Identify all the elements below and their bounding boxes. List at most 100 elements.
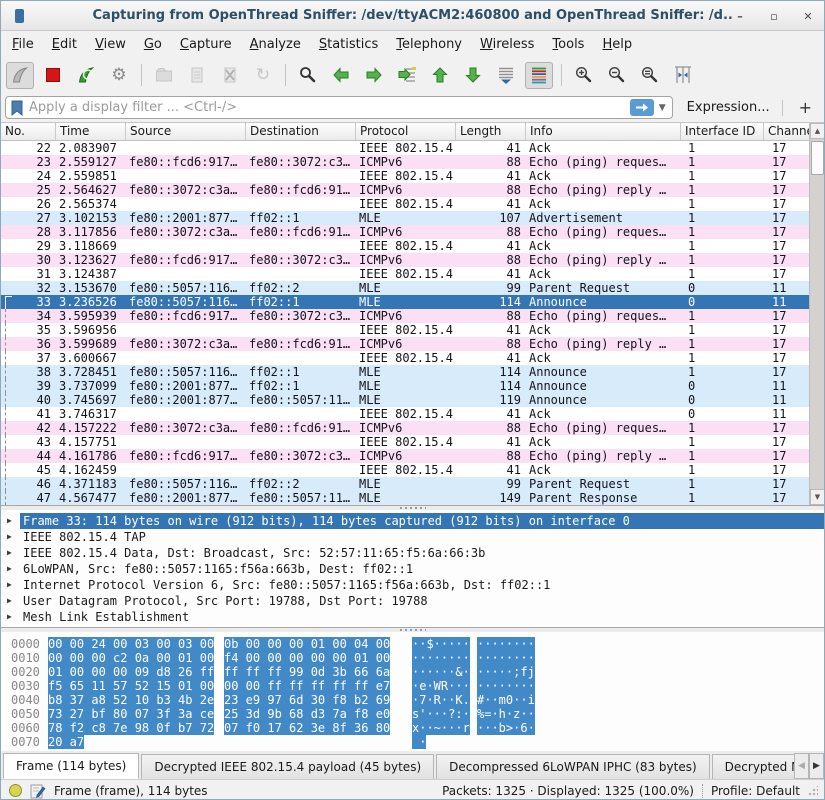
stop-capture-button[interactable] [39,62,67,89]
menu-item-telephony[interactable]: Telephony [387,34,471,55]
hex-ascii[interactable]: ···b>·6· [477,721,535,735]
hex-ascii[interactable]: s'···?:· [412,707,470,721]
menu-item-wireless[interactable]: Wireless [471,34,543,55]
table-row[interactable]: 464.371183fe80::5057:116…ff02::2MLE99Par… [1,477,824,491]
start-capture-button[interactable] [6,62,34,89]
table-row[interactable]: 383.728451fe80::5057:116…ff02::1MLE114An… [1,365,824,379]
detail-tree-row[interactable]: ▶Frame 33: 114 bytes on wire (912 bits),… [1,513,824,529]
table-row[interactable]: 413.746317IEEE 802.15.441Ack011 [1,407,824,421]
status-profile[interactable]: Profile: Default [711,784,800,798]
colorize-button[interactable] [525,62,553,89]
go-to-packet-button[interactable] [393,62,421,89]
table-row[interactable]: 283.117856fe80::3072:c3a…fe80::fcd6:91…I… [1,225,824,239]
hex-ascii[interactable]: ········ [477,651,535,665]
hex-bytes[interactable]: f4 00 00 00 00 00 01 00 [224,651,390,665]
display-filter-input[interactable]: Apply a display filter ... <Ctrl-/> ▼ [5,96,673,119]
hex-bytes[interactable]: 23 e9 97 6d 30 f8 b2 69 [224,693,390,707]
expander-icon[interactable]: ▶ [7,513,20,529]
table-row[interactable]: 252.564627fe80::3072:c3a…fe80::fcd6:91…I… [1,183,824,197]
menu-item-capture[interactable]: Capture [171,34,241,55]
table-row[interactable]: 333.236526fe80::5057:116…ff02::1MLE114An… [1,295,824,309]
column-header-protocol[interactable]: Protocol [356,123,456,140]
table-row[interactable]: 454.162459IEEE 802.15.441Ack117 [1,463,824,477]
resize-grip[interactable] [808,786,818,796]
expander-icon[interactable]: ▶ [7,561,20,577]
table-row[interactable]: 222.083907IEEE 802.15.441Ack117 [1,141,824,155]
table-row[interactable]: 232.559127fe80::fcd6:917…fe80::3072:c3…I… [1,155,824,169]
table-row[interactable]: 393.737099fe80::2001:877…ff02::1MLE114An… [1,379,824,393]
column-header-destination[interactable]: Destination [246,123,356,140]
table-row[interactable]: 343.595939fe80::fcd6:917…fe80::3072:c3…I… [1,309,824,323]
filter-history-dropdown-icon[interactable]: ▼ [654,103,669,113]
scrollbar-thumb[interactable] [811,141,824,175]
capture-options-button[interactable]: ⚙ [105,62,133,89]
column-header-channel[interactable]: Channel [764,123,811,140]
hex-ascii[interactable]: ······&· [412,665,470,679]
menu-item-statistics[interactable]: Statistics [310,34,387,55]
go-to-bottom-button[interactable] [459,62,487,89]
table-row[interactable]: 353.596956IEEE 802.15.441Ack117 [1,323,824,337]
column-header-length[interactable]: Length [456,123,526,140]
detail-tree-row[interactable]: ▶6LoWPAN, Src: fe80::5057:1165:f56a:663b… [1,561,824,577]
menu-item-analyze[interactable]: Analyze [241,34,310,55]
hex-ascii[interactable]: ········ [412,651,470,665]
menu-item-file[interactable]: File [3,34,43,55]
hex-ascii[interactable]: ·7·R··K. [412,693,470,707]
hex-bytes[interactable]: 00 00 00 c2 0a 00 01 00 [48,651,214,665]
table-row[interactable]: 363.599689fe80::3072:c3a…fe80::fcd6:91…I… [1,337,824,351]
table-row[interactable]: 474.567477fe80::2001:877…fe80::5057:11…M… [1,491,824,505]
minimize-icon[interactable]: – [732,8,748,24]
table-row[interactable]: 444.161786fe80::fcd6:917…fe80::3072:c3…I… [1,449,824,463]
byte-view-tab-1[interactable]: Decrypted IEEE 802.15.4 payload (45 byte… [141,754,434,779]
byte-view-tab-0[interactable]: Frame (114 bytes) [3,753,139,779]
hex-ascii[interactable]: %=·h·z·· [477,707,535,721]
column-header-source[interactable]: Source [126,123,246,140]
detail-tree-row[interactable]: ▶IEEE 802.15.4 TAP [1,529,824,545]
go-forward-button[interactable] [360,62,388,89]
detail-tree-row[interactable]: ▶Mesh Link Establishment [1,609,824,625]
expander-icon[interactable]: ▶ [7,609,20,625]
hex-bytes[interactable]: 01 00 00 00 09 d8 26 ff [48,665,214,679]
hex-row[interactable]: 005073 27 bf 80 07 3f 3a ce25 3d 9b 68 d… [11,707,824,721]
hex-row[interactable]: 0030f5 65 11 57 52 15 01 0000 00 ff ff f… [11,679,824,693]
table-row[interactable]: 373.600667IEEE 802.15.441Ack117 [1,351,824,365]
table-row[interactable]: 323.153670fe80::5057:116…ff02::2MLE99Par… [1,281,824,295]
expander-icon[interactable]: ▶ [7,545,20,561]
column-header-time[interactable]: Time [56,123,126,140]
hex-bytes[interactable]: 20 a7 [48,735,84,749]
restart-capture-button[interactable] [72,62,100,89]
hex-row[interactable]: 002001 00 00 00 09 d8 26 ffff ff ff 99 0… [11,665,824,679]
zoom-out-button[interactable] [603,62,631,89]
hex-bytes[interactable]: b8 37 a8 52 10 b3 4b 2e [48,693,214,707]
hex-ascii[interactable]: ········ [477,679,535,693]
hex-ascii[interactable]: #··m0··i [477,693,535,707]
menu-item-edit[interactable]: Edit [43,34,86,55]
go-to-top-button[interactable] [426,62,454,89]
hex-ascii[interactable]: · [412,735,426,749]
expression-button[interactable]: Expression... [687,100,770,115]
hex-bytes[interactable]: 73 27 bf 80 07 3f 3a ce [48,707,214,721]
table-row[interactable]: 242.559851IEEE 802.15.441Ack117 [1,169,824,183]
bookmark-icon[interactable] [9,99,25,117]
expander-icon[interactable]: ▶ [7,577,20,593]
table-row[interactable]: 403.745697fe80::2001:877…fe80::5057:11…M… [1,393,824,407]
byte-view-tab-2[interactable]: Decompressed 6LoWPAN IPHC (83 bytes) [436,754,710,779]
expander-icon[interactable]: ▶ [7,529,20,545]
add-filter-button[interactable]: + [793,98,818,117]
packet-list-scrollbar[interactable]: ▲ ▼ [809,123,824,505]
table-row[interactable]: 273.102153fe80::2001:877…ff02::1MLE107Ad… [1,211,824,225]
menu-item-go[interactable]: Go [135,34,171,55]
capture-comment-icon[interactable] [30,783,46,799]
hex-ascii[interactable]: ·e·WR··· [412,679,470,693]
hex-ascii[interactable]: ········ [477,637,535,651]
hex-bytes[interactable]: 25 3d 9b 68 d3 7a f8 e0 [224,707,390,721]
detail-tree-row[interactable]: ▶Internet Protocol Version 6, Src: fe80:… [1,577,824,593]
table-row[interactable]: 313.124387IEEE 802.15.441Ack117 [1,267,824,281]
tab-scroll-left-icon[interactable]: ◀ [794,753,809,779]
table-row[interactable]: 434.157751IEEE 802.15.441Ack117 [1,435,824,449]
hex-row[interactable]: 0040b8 37 a8 52 10 b3 4b 2e23 e9 97 6d 3… [11,693,824,707]
hex-bytes[interactable]: 78 f2 c8 7e 98 0f b7 72 [48,721,214,735]
column-header-no[interactable]: No. [1,123,56,140]
go-back-button[interactable] [327,62,355,89]
hex-ascii[interactable]: x··~···r [412,721,470,735]
